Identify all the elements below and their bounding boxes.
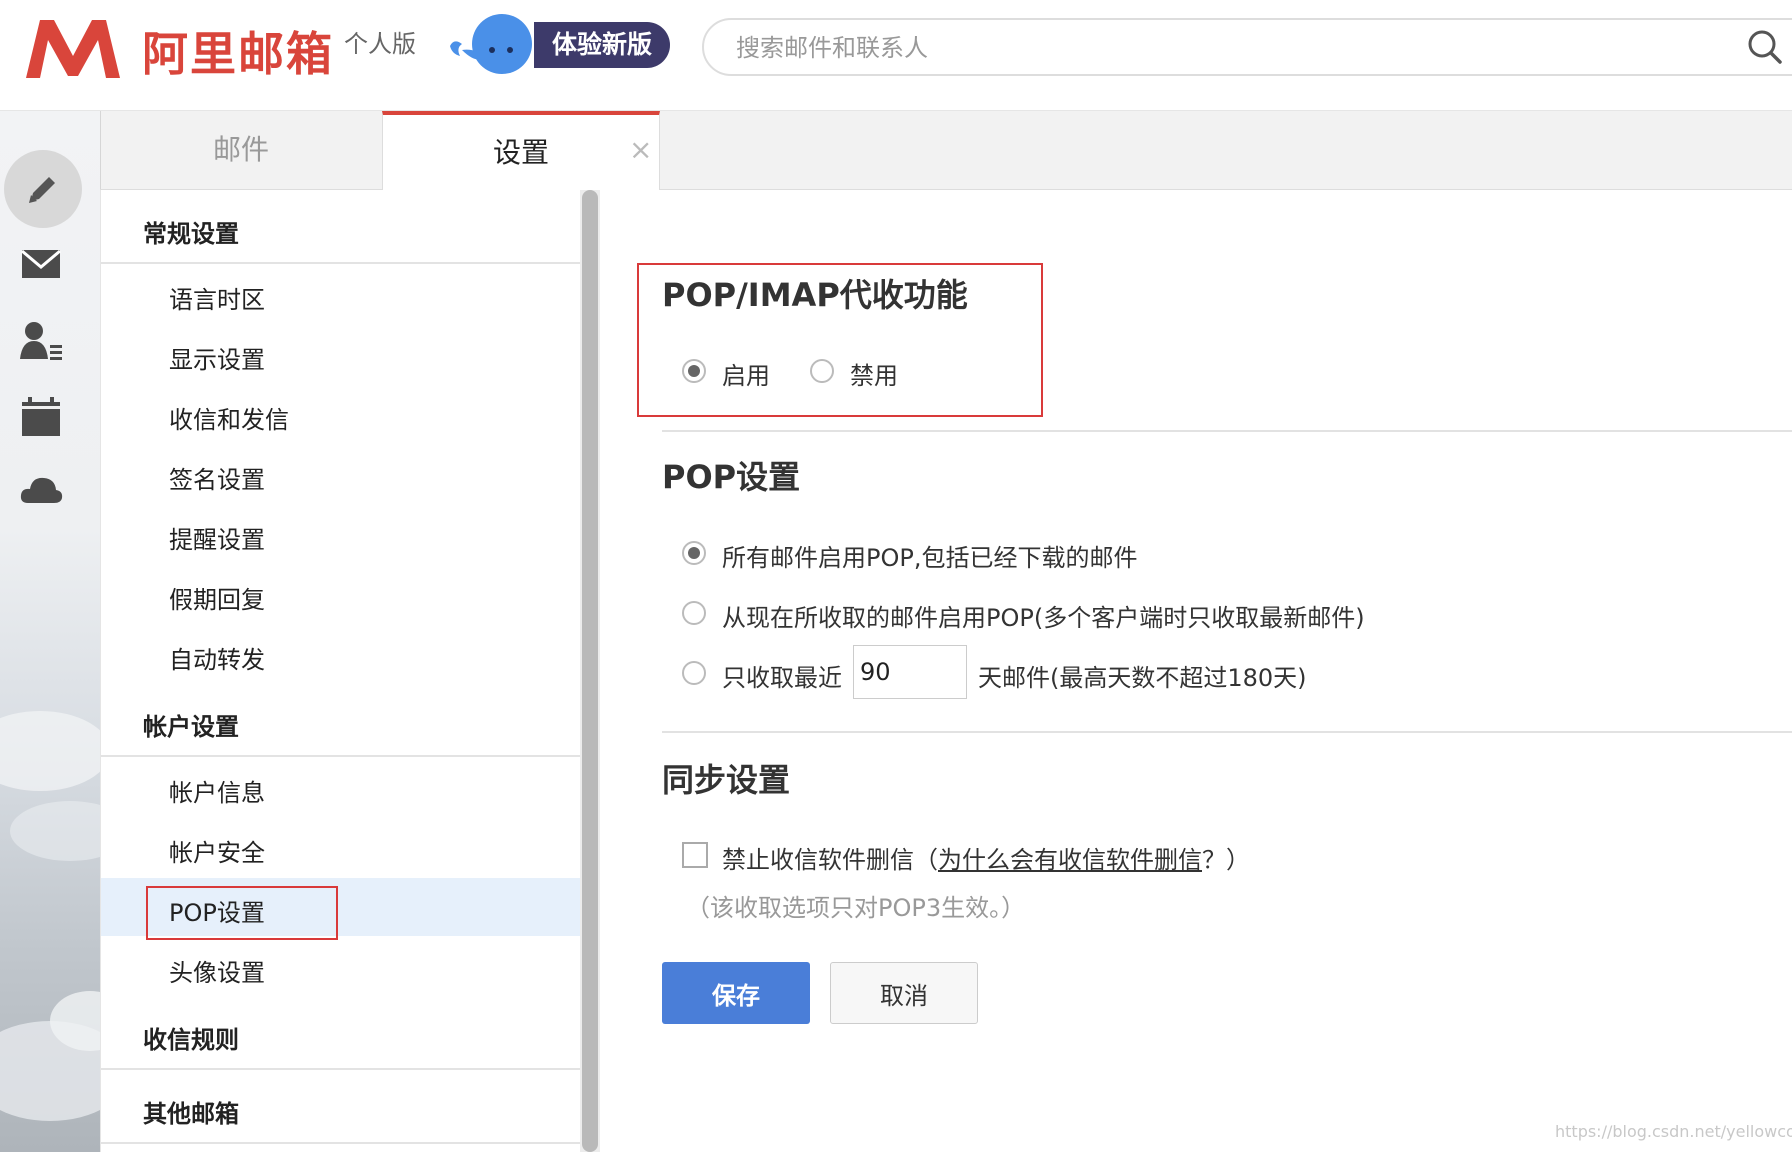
cloud-background-decoration bbox=[0, 711, 100, 1121]
settings-nav: 常规设置 语言时区 显示设置 收信和发信 签名设置 提醒设置 假期回复 自动转发… bbox=[100, 190, 581, 1152]
section-title-pop-imap: POP/IMAP代收功能 bbox=[662, 276, 968, 314]
nav-item-reminder[interactable]: 提醒设置 bbox=[169, 520, 265, 555]
brand-name: 阿里邮箱 bbox=[142, 27, 334, 81]
divider bbox=[662, 731, 1792, 733]
nav-section-general[interactable]: 常规设置 bbox=[143, 214, 239, 249]
radio-enable-label[interactable]: 启用 bbox=[722, 356, 770, 391]
contacts-icon[interactable] bbox=[18, 319, 64, 365]
pencil-icon bbox=[29, 177, 55, 203]
save-button[interactable]: 保存 bbox=[662, 962, 810, 1024]
nav-scrollbar-thumb[interactable] bbox=[582, 190, 598, 1152]
divider bbox=[101, 1142, 581, 1144]
nav-section-other-mailbox[interactable]: 其他邮箱 bbox=[143, 1094, 239, 1129]
nav-item-signature[interactable]: 签名设置 bbox=[169, 460, 265, 495]
radio-pop-recent-prefix[interactable]: 只收取最近 bbox=[722, 658, 842, 693]
radio-pop-recent-suffix: 天邮件(最高天数不超过180天) bbox=[978, 664, 1307, 692]
radio-pop-all-label[interactable]: 所有邮件启用POP,包括已经下载的邮件 bbox=[722, 538, 1137, 573]
section-title-pop-settings: POP设置 bbox=[662, 458, 801, 496]
edition-label: 个人版 bbox=[344, 30, 416, 58]
radio-pop-from-now[interactable] bbox=[682, 601, 706, 625]
nav-item-account-security[interactable]: 帐户安全 bbox=[169, 833, 265, 868]
checkbox-forbid-client-delete[interactable] bbox=[682, 842, 708, 868]
radio-enable[interactable] bbox=[682, 359, 706, 383]
nav-item-vacation-reply[interactable]: 假期回复 bbox=[169, 580, 265, 615]
logo-icon[interactable] bbox=[22, 16, 124, 82]
sync-option-row: 禁止收信软件删信（为什么会有收信软件删信？） bbox=[722, 840, 1250, 875]
section-title-sync: 同步设置 bbox=[662, 761, 791, 799]
tab-settings-label: 设置 bbox=[493, 136, 550, 169]
top-header: 阿里邮箱 个人版 体验新版 bbox=[0, 0, 1792, 111]
annotation-highlight-box bbox=[146, 886, 338, 940]
cloud-icon[interactable] bbox=[18, 467, 64, 513]
search-box bbox=[702, 18, 1792, 76]
nav-item-send-receive[interactable]: 收信和发信 bbox=[169, 400, 289, 435]
try-new-version-button[interactable]: 体验新版 bbox=[534, 22, 671, 68]
left-icon-rail bbox=[0, 111, 100, 1152]
radio-disable[interactable] bbox=[810, 359, 834, 383]
compose-button[interactable] bbox=[4, 150, 82, 228]
cancel-button[interactable]: 取消 bbox=[830, 962, 978, 1024]
why-delete-link[interactable]: 为什么会有收信软件删信 bbox=[938, 846, 1202, 874]
radio-pop-all[interactable] bbox=[682, 541, 706, 565]
divider bbox=[101, 262, 581, 264]
close-tab-icon[interactable]: × bbox=[629, 133, 652, 166]
radio-pop-recent[interactable] bbox=[682, 661, 706, 685]
nav-section-rules[interactable]: 收信规则 bbox=[143, 1020, 239, 1055]
divider bbox=[662, 430, 1792, 432]
search-icon[interactable] bbox=[1746, 28, 1784, 66]
calendar-icon[interactable] bbox=[18, 394, 64, 440]
mail-icon[interactable] bbox=[18, 242, 64, 288]
nav-item-account-info[interactable]: 帐户信息 bbox=[169, 773, 265, 808]
nav-item-language-timezone[interactable]: 语言时区 bbox=[169, 280, 265, 315]
radio-disable-label[interactable]: 禁用 bbox=[850, 356, 898, 391]
watermark-text: https://blog.csdn.net/yellowcong bbox=[1555, 1122, 1792, 1141]
recent-days-input[interactable] bbox=[853, 645, 967, 699]
checkbox-label[interactable]: 禁止收信软件删信 bbox=[722, 846, 914, 874]
nav-item-avatar[interactable]: 头像设置 bbox=[169, 953, 265, 988]
paren-open: （ bbox=[914, 846, 938, 874]
tab-mail[interactable]: 邮件 bbox=[100, 111, 381, 189]
nav-item-display[interactable]: 显示设置 bbox=[169, 340, 265, 375]
paren-close: ？） bbox=[1202, 846, 1250, 874]
tab-settings[interactable]: 设置 × bbox=[382, 111, 660, 190]
search-input[interactable] bbox=[734, 28, 1738, 68]
divider bbox=[101, 755, 581, 757]
radio-pop-from-now-label[interactable]: 从现在所收取的邮件启用POP(多个客户端时只收取最新邮件) bbox=[722, 598, 1365, 633]
whale-mascot-icon bbox=[450, 14, 532, 74]
pop3-hint: （该收取选项只对POP3生效。） bbox=[686, 894, 1026, 922]
nav-item-auto-forward[interactable]: 自动转发 bbox=[169, 640, 265, 675]
nav-section-account[interactable]: 帐户设置 bbox=[143, 707, 239, 742]
divider bbox=[101, 1068, 581, 1070]
